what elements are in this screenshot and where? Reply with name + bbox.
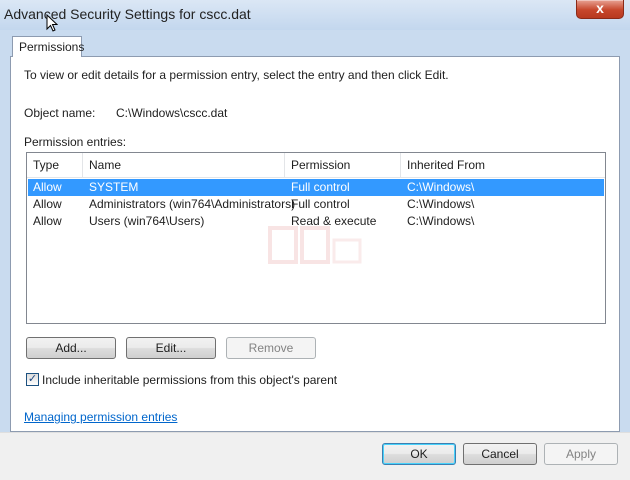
object-name-label: Object name:	[24, 106, 96, 120]
row-type: Allow	[33, 214, 62, 228]
watermark-icon	[268, 226, 362, 264]
row-inherited-from: C:\Windows\	[407, 214, 475, 228]
tab-permissions-label: Permissions	[19, 40, 85, 54]
inherit-permissions-checkbox[interactable]: ✓	[26, 373, 39, 386]
permissions-info-text: To view or edit details for a permission…	[24, 68, 449, 82]
edit-button[interactable]: Edit...	[126, 337, 216, 359]
column-header-name[interactable]: Name	[83, 153, 285, 177]
watermark-logo	[268, 222, 364, 268]
close-button[interactable]: x	[576, 0, 624, 19]
mouse-cursor-icon	[46, 14, 58, 32]
column-header-permission[interactable]: Permission	[285, 153, 401, 177]
list-header: Type Name Permission Inherited From	[27, 153, 605, 178]
add-button[interactable]: Add...	[26, 337, 116, 359]
checkmark-icon: ✓	[27, 373, 38, 385]
row-name: Administrators (win764\Administrators)	[89, 197, 296, 211]
table-row[interactable]: Allow Administrators (win764\Administrat…	[28, 196, 604, 213]
close-icon: x	[596, 0, 604, 16]
row-type: Allow	[33, 180, 62, 194]
row-type: Allow	[33, 197, 62, 211]
object-name-value: C:\Windows\cscc.dat	[116, 106, 228, 120]
row-name: SYSTEM	[89, 180, 139, 194]
inherit-permissions-label: Include inheritable permissions from thi…	[42, 373, 338, 387]
row-permission: Full control	[291, 180, 350, 194]
row-inherited-from: C:\Windows\	[407, 197, 475, 211]
column-header-inherited-from[interactable]: Inherited From	[401, 153, 605, 177]
row-permission: Full control	[291, 197, 350, 211]
row-inherited-from: C:\Windows\	[407, 180, 475, 194]
title-bar[interactable]: Advanced Security Settings for cscc.dat …	[0, 0, 630, 32]
permission-entries-label: Permission entries:	[24, 135, 127, 149]
window-title: Advanced Security Settings for cscc.dat	[4, 6, 251, 22]
tab-permissions[interactable]: Permissions	[12, 36, 85, 57]
column-header-type[interactable]: Type	[27, 153, 83, 177]
remove-button[interactable]: Remove	[226, 337, 316, 359]
ok-button[interactable]: OK	[382, 443, 456, 465]
managing-permission-entries-link[interactable]: Managing permission entries	[24, 410, 177, 424]
apply-button[interactable]: Apply	[544, 443, 618, 465]
cancel-button[interactable]: Cancel	[463, 443, 537, 465]
row-name: Users (win764\Users)	[89, 214, 205, 228]
table-row[interactable]: Allow SYSTEM Full control C:\Windows\	[28, 179, 604, 196]
